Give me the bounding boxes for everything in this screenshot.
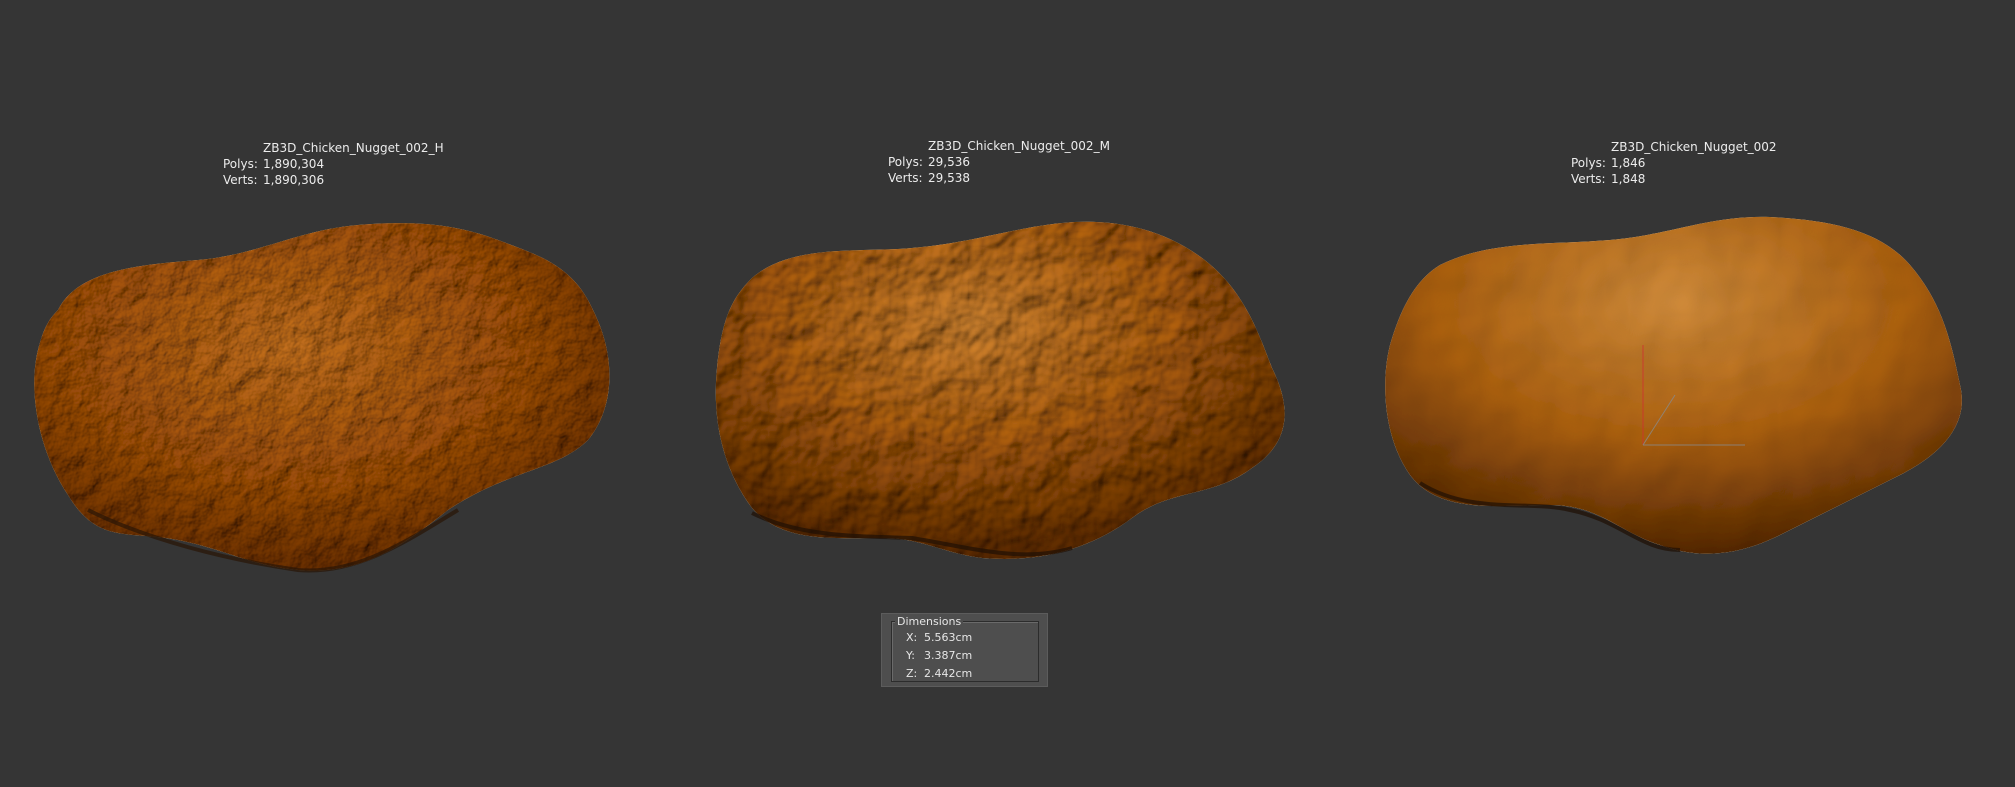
axis-label: X:	[906, 631, 918, 644]
3d-viewport[interactable]: ZB3D_Chicken_Nugget_002_H Polys: 1,890,30…	[0, 0, 2015, 787]
polys-value: 1,890,304	[263, 157, 325, 171]
axis-label: Y:	[906, 649, 915, 662]
model-name: ZB3D_Chicken_Nugget_002_M	[928, 139, 1110, 153]
verts-label: Verts:	[223, 173, 258, 187]
verts-value: 29,538	[928, 171, 970, 185]
nugget-mesh-image	[715, 221, 1285, 559]
model-stats-high: ZB3D_Chicken_Nugget_002_H Polys: 1,890,30…	[223, 140, 444, 188]
verts-label: Verts:	[1571, 172, 1606, 186]
polys-value: 1,846	[1611, 156, 1646, 170]
axis-value: 2.442cm	[924, 667, 973, 680]
model-name: ZB3D_Chicken_Nugget_002_H	[263, 141, 444, 155]
verts-value: 1,890,306	[263, 173, 325, 187]
polys-value: 29,536	[928, 155, 970, 169]
nugget-mesh-image	[34, 223, 610, 573]
model-stats-medium: ZB3D_Chicken_Nugget_002_M Polys: 29,536 V…	[888, 138, 1110, 186]
verts-label: Verts:	[888, 171, 923, 185]
dimensions-panel: Dimensions X: 5.563cm Y: 3.387cm Z: 2.442cm	[881, 613, 1048, 687]
polys-label: Polys:	[1571, 156, 1606, 170]
nugget-model-low[interactable]	[1380, 215, 1968, 565]
model-name: ZB3D_Chicken_Nugget_002	[1611, 140, 1777, 154]
axis-label: Z:	[906, 667, 918, 680]
polys-label: Polys:	[888, 155, 923, 169]
verts-value: 1,848	[1611, 172, 1646, 186]
nugget-model-high[interactable]	[28, 220, 638, 580]
polys-label: Polys:	[223, 157, 258, 171]
dimension-z: Z: 2.442cm	[906, 667, 972, 680]
axis-value: 5.563cm	[924, 631, 973, 644]
axis-value: 3.387cm	[924, 649, 973, 662]
nugget-model-medium[interactable]	[712, 218, 1302, 573]
model-stats-low: ZB3D_Chicken_Nugget_002 Polys: 1,846 Vert…	[1571, 139, 1777, 187]
dimension-x: X: 5.563cm	[906, 631, 972, 644]
nugget-mesh-image	[1385, 216, 1962, 554]
dimensions-title: Dimensions	[895, 615, 964, 628]
dimension-y: Y: 3.387cm	[906, 649, 972, 662]
